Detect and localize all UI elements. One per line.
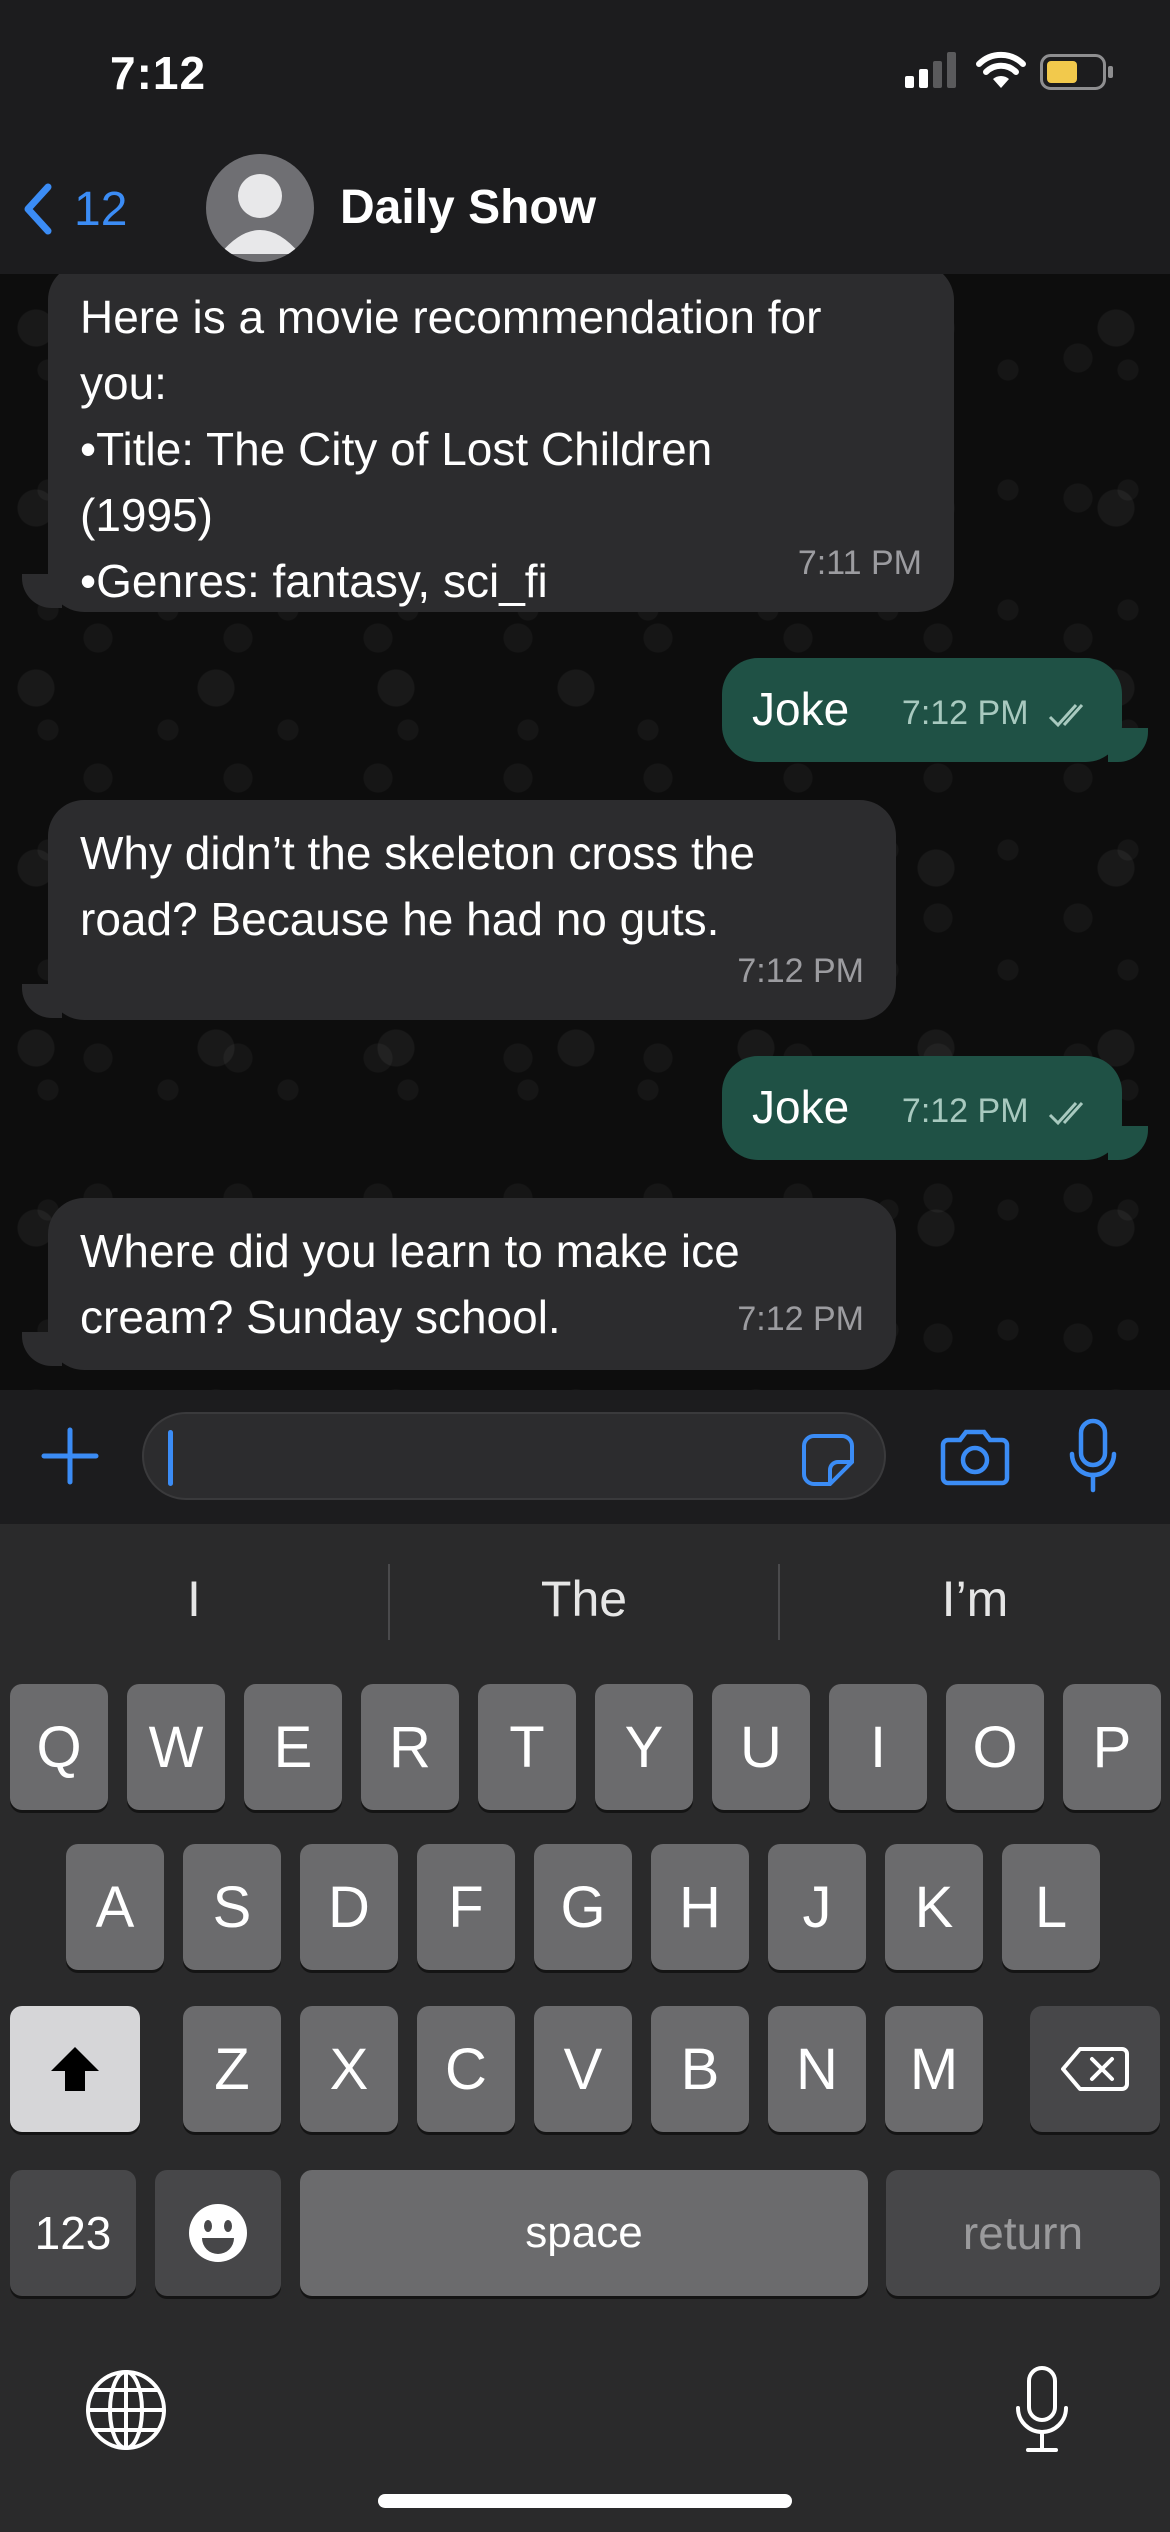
return-key[interactable]: return <box>886 2170 1160 2296</box>
bubble-tail <box>22 1332 62 1366</box>
avatar[interactable] <box>206 154 314 262</box>
message-text: Joke <box>752 683 850 735</box>
key-f[interactable]: F <box>417 1844 515 1970</box>
key-n[interactable]: N <box>768 2006 866 2132</box>
key-d[interactable]: D <box>300 1844 398 1970</box>
read-receipt-icon <box>1048 1102 1084 1126</box>
suggestion[interactable]: The <box>390 1524 778 1674</box>
camera-icon[interactable] <box>940 1426 1010 1486</box>
bubble-tail <box>1108 728 1148 762</box>
message-outgoing[interactable]: Joke 7:12 PM <box>722 658 1122 762</box>
suggestion[interactable]: I <box>0 1524 388 1674</box>
dictation-icon[interactable] <box>1012 2364 1072 2456</box>
message-time: 7:12 PM <box>901 1092 1029 1130</box>
message-time-row: 7:12 PM <box>902 1078 1094 1144</box>
key-a[interactable]: A <box>66 1844 164 1970</box>
keyboard: I The I’m Q W E R T Y U I O P A S D F G … <box>0 1524 1170 2532</box>
key-w[interactable]: W <box>127 1684 225 1810</box>
signal-icon <box>905 52 956 88</box>
key-i[interactable]: I <box>829 1684 927 1810</box>
key-s[interactable]: S <box>183 1844 281 1970</box>
key-z[interactable]: Z <box>183 2006 281 2132</box>
unread-count: 12 <box>74 182 128 236</box>
message-text: Joke <box>752 1081 850 1133</box>
numbers-key[interactable]: 123 <box>10 2170 136 2296</box>
shift-icon <box>51 2047 99 2091</box>
key-e[interactable]: E <box>244 1684 342 1810</box>
read-receipt-icon <box>1048 704 1084 728</box>
bubble-tail <box>22 574 62 608</box>
space-key[interactable]: space <box>300 2170 868 2296</box>
key-y[interactable]: Y <box>595 1684 693 1810</box>
key-u[interactable]: U <box>712 1684 810 1810</box>
backspace-icon <box>1061 2047 1129 2091</box>
emoji-icon <box>189 2204 247 2262</box>
composer-bar <box>0 1390 1170 1524</box>
text-caret <box>168 1430 173 1486</box>
message-outgoing[interactable]: Joke 7:12 PM <box>722 1056 1122 1160</box>
sticker-icon[interactable] <box>800 1432 856 1488</box>
message-input[interactable] <box>142 1412 886 1500</box>
key-b[interactable]: B <box>651 2006 749 2132</box>
predictive-bar: I The I’m <box>0 1524 1170 1674</box>
message-list[interactable]: Here is a movie recommendation for you: … <box>0 274 1170 1390</box>
key-h[interactable]: H <box>651 1844 749 1970</box>
bubble-tail <box>22 984 62 1018</box>
suggestion[interactable]: I’m <box>780 1524 1170 1674</box>
key-o[interactable]: O <box>946 1684 1044 1810</box>
message-time: 7:12 PM <box>737 1300 864 1338</box>
message-incoming[interactable]: Why didn’t the skeleton cross the road? … <box>48 800 896 1020</box>
bubble-tail <box>1108 1126 1148 1160</box>
key-r[interactable]: R <box>361 1684 459 1810</box>
key-g[interactable]: G <box>534 1844 632 1970</box>
key-c[interactable]: C <box>417 2006 515 2132</box>
back-button[interactable]: 12 <box>20 174 127 244</box>
chevron-left-icon <box>24 183 52 235</box>
status-time: 7:12 <box>110 47 207 99</box>
shift-key[interactable] <box>10 2006 140 2132</box>
key-t[interactable]: T <box>478 1684 576 1810</box>
message-time: 7:12 PM <box>737 952 864 990</box>
key-q[interactable]: Q <box>10 1684 108 1810</box>
plus-icon[interactable] <box>38 1424 102 1488</box>
status-bar: 7:12 <box>0 0 1170 150</box>
chat-header: 12 Daily Show <box>0 150 1170 275</box>
globe-icon[interactable] <box>84 2368 168 2452</box>
message-time-row: 7:12 PM <box>902 680 1094 746</box>
key-x[interactable]: X <box>300 2006 398 2132</box>
message-incoming[interactable]: Here is a movie recommendation for you: … <box>48 274 954 612</box>
key-v[interactable]: V <box>534 2006 632 2132</box>
home-indicator[interactable] <box>378 2494 792 2508</box>
message-text: Why didn’t the skeleton cross the road? … <box>80 827 755 945</box>
delete-key[interactable] <box>1030 2006 1160 2132</box>
message-time: 7:12 PM <box>901 694 1029 732</box>
key-p[interactable]: P <box>1063 1684 1161 1810</box>
key-m[interactable]: M <box>885 2006 983 2132</box>
key-j[interactable]: J <box>768 1844 866 1970</box>
microphone-icon[interactable] <box>1068 1418 1118 1494</box>
key-l[interactable]: L <box>1002 1844 1100 1970</box>
person-icon <box>220 174 300 254</box>
message-time: 7:11 PM <box>797 544 922 582</box>
chat-title[interactable]: Daily Show <box>340 180 596 235</box>
emoji-key[interactable] <box>155 2170 281 2296</box>
wifi-icon <box>976 51 1026 88</box>
key-k[interactable]: K <box>885 1844 983 1970</box>
message-incoming[interactable]: Where did you learn to make ice cream? S… <box>48 1198 896 1370</box>
battery-icon <box>1040 54 1113 90</box>
